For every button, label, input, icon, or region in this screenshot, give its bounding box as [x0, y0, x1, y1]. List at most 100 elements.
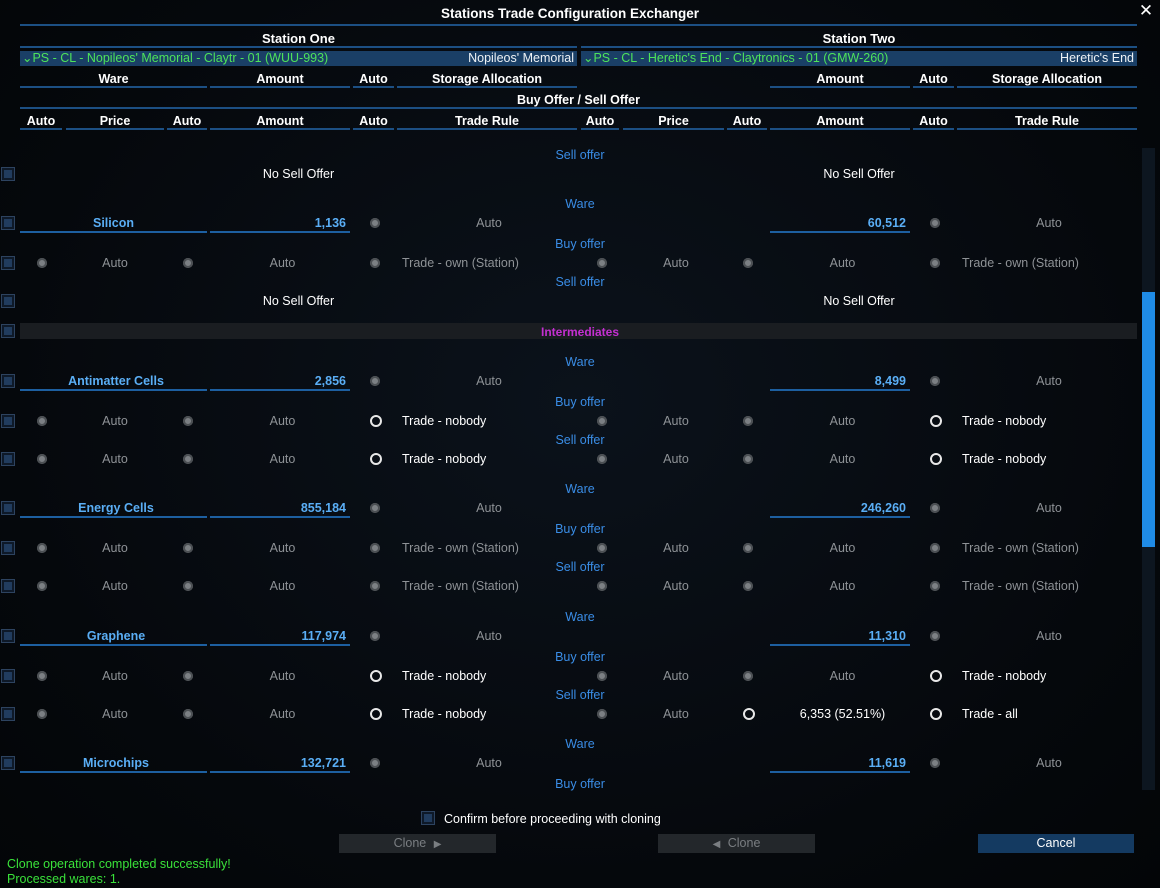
amount-one[interactable]: 855,184 [210, 501, 346, 515]
row-checkbox[interactable] [1, 501, 15, 515]
radio-icon[interactable] [930, 376, 940, 386]
radio-icon[interactable] [930, 503, 940, 513]
amount-one[interactable]: 1,136 [210, 216, 346, 230]
radio-icon[interactable] [930, 670, 942, 682]
amount-two[interactable]: 11,310 [770, 629, 906, 643]
row-checkbox[interactable] [1, 452, 15, 466]
station-two-selector-value: ⌄PS - CL - Heretic's End - Claytronics -… [583, 51, 889, 65]
radio-icon[interactable] [183, 709, 193, 719]
row-checkbox[interactable] [1, 669, 15, 683]
radio-icon[interactable] [930, 258, 940, 268]
row-checkbox[interactable] [1, 414, 15, 428]
radio-icon[interactable] [37, 543, 47, 553]
divider [210, 771, 350, 773]
radio-icon[interactable] [370, 218, 380, 228]
col-amount: Amount [256, 72, 304, 86]
radio-icon[interactable] [743, 708, 755, 720]
row-checkbox[interactable] [1, 629, 15, 643]
radio-icon[interactable] [183, 543, 193, 553]
no-sell-offer: No Sell Offer [823, 294, 895, 308]
amount-two[interactable]: 60,512 [770, 216, 906, 230]
amount-value: Auto [269, 452, 296, 466]
radio-icon[interactable] [183, 581, 193, 591]
amount-value: Auto [829, 669, 856, 683]
row-checkbox[interactable] [1, 167, 15, 181]
radio-icon[interactable] [597, 416, 607, 426]
amount-two[interactable]: 11,619 [770, 756, 906, 770]
radio-icon[interactable] [597, 671, 607, 681]
radio-icon[interactable] [930, 453, 942, 465]
radio-icon[interactable] [37, 416, 47, 426]
radio-icon[interactable] [930, 218, 940, 228]
station-one-selector[interactable]: ⌄PS - CL - Nopileos' Memorial - Claytr -… [20, 51, 577, 66]
radio-icon[interactable] [597, 258, 607, 268]
amount-two[interactable]: 246,260 [770, 501, 906, 515]
radio-icon[interactable] [370, 670, 382, 682]
row-checkbox[interactable] [1, 294, 15, 308]
col-price: Price [99, 114, 131, 128]
radio-icon[interactable] [370, 453, 382, 465]
amount-value[interactable]: 6,353 (52.51%) [770, 707, 915, 721]
radio-icon[interactable] [370, 503, 380, 513]
trade-rule: Trade - nobody [402, 414, 487, 428]
confirm-checkbox[interactable] [421, 811, 435, 825]
price-value: Auto [663, 707, 689, 721]
radio-icon[interactable] [370, 581, 380, 591]
radio-icon[interactable] [597, 709, 607, 719]
radio-icon[interactable] [183, 454, 193, 464]
radio-icon[interactable] [930, 581, 940, 591]
row-checkbox[interactable] [1, 756, 15, 770]
radio-icon[interactable] [37, 258, 47, 268]
clone-to-one-button[interactable]: ◀ Clone [658, 834, 815, 853]
radio-icon[interactable] [743, 581, 753, 591]
radio-icon[interactable] [183, 258, 193, 268]
radio-icon[interactable] [370, 708, 382, 720]
amount-value: Auto [269, 414, 296, 428]
radio-icon[interactable] [930, 543, 940, 553]
amount-one[interactable]: 132,721 [210, 756, 346, 770]
radio-icon[interactable] [370, 415, 382, 427]
radio-icon[interactable] [370, 258, 380, 268]
radio-icon[interactable] [597, 543, 607, 553]
radio-icon[interactable] [370, 543, 380, 553]
radio-icon[interactable] [930, 631, 940, 641]
radio-icon[interactable] [37, 709, 47, 719]
col-auto: Auto [585, 114, 615, 128]
radio-icon[interactable] [183, 671, 193, 681]
radio-icon[interactable] [370, 376, 380, 386]
close-icon[interactable]: ✕ [1137, 2, 1155, 20]
row-checkbox[interactable] [1, 216, 15, 230]
radio-icon[interactable] [930, 758, 940, 768]
amount-one[interactable]: 117,974 [210, 629, 347, 643]
divider [957, 86, 1137, 88]
radio-icon[interactable] [743, 416, 753, 426]
row-checkbox[interactable] [1, 579, 15, 593]
clone-to-two-button[interactable]: Clone ▶ [339, 834, 496, 853]
radio-icon[interactable] [743, 258, 753, 268]
radio-icon[interactable] [370, 758, 380, 768]
radio-icon[interactable] [743, 671, 753, 681]
cancel-button[interactable]: Cancel [978, 834, 1134, 853]
radio-icon[interactable] [37, 454, 47, 464]
amount-one[interactable]: 2,856 [210, 374, 346, 388]
radio-icon[interactable] [37, 581, 47, 591]
radio-icon[interactable] [37, 671, 47, 681]
radio-icon[interactable] [370, 631, 380, 641]
divider [20, 86, 207, 88]
radio-icon[interactable] [597, 454, 607, 464]
row-checkbox[interactable] [1, 256, 15, 270]
radio-icon[interactable] [930, 415, 942, 427]
radio-icon[interactable] [743, 454, 753, 464]
row-checkbox[interactable] [1, 374, 15, 388]
row-checkbox[interactable] [1, 707, 15, 721]
radio-icon[interactable] [930, 708, 942, 720]
divider [397, 86, 577, 88]
radio-icon[interactable] [743, 543, 753, 553]
row-checkbox[interactable] [1, 541, 15, 555]
station-two-selector[interactable]: ⌄PS - CL - Heretic's End - Claytronics -… [581, 51, 1137, 66]
divider [20, 389, 207, 391]
amount-two[interactable]: 8,499 [770, 374, 906, 388]
radio-icon[interactable] [597, 581, 607, 591]
ware-name: Silicon [93, 216, 134, 230]
radio-icon[interactable] [183, 416, 193, 426]
